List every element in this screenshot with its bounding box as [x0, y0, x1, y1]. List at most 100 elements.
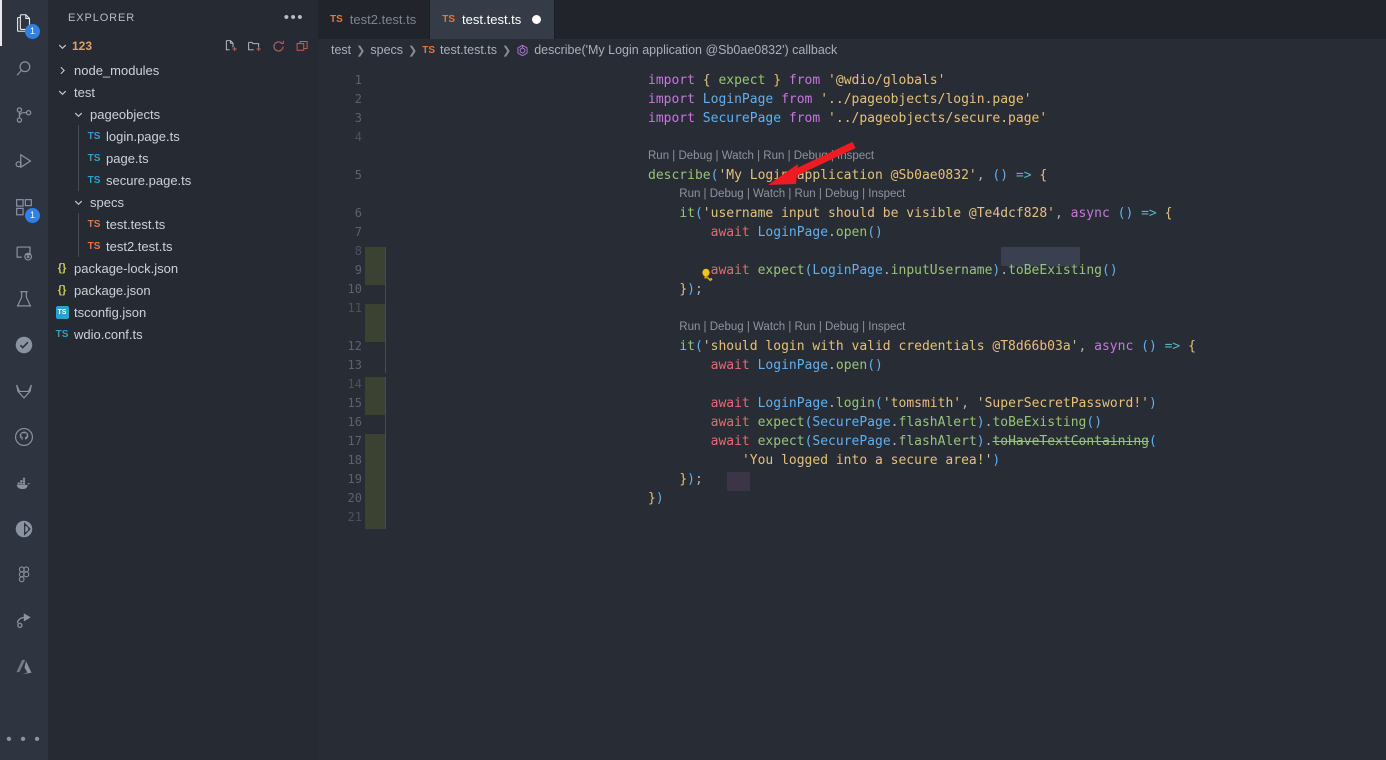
tree-item-package-lock-json[interactable]: {}package-lock.json — [48, 257, 318, 279]
code-line[interactable]: }); — [648, 470, 703, 489]
tree-item-label: test — [74, 85, 95, 100]
code-line[interactable]: import SecurePage from '../pageobjects/s… — [648, 109, 1047, 128]
tree-item-login-page-ts[interactable]: TSlogin.page.ts — [48, 125, 318, 147]
unsaved-indicator-icon[interactable] — [532, 15, 541, 24]
breadcrumb-item-specs[interactable]: specs — [370, 43, 403, 57]
breadcrumb-item-file[interactable]: test.test.ts — [440, 43, 497, 57]
tsconfig-icon: TS — [54, 304, 70, 320]
beaker-icon — [13, 288, 35, 310]
tree-item-page-ts[interactable]: TSpage.ts — [48, 147, 318, 169]
explorer-title-bar: EXPLORER ••• — [48, 0, 318, 35]
activity-item-remote-explorer[interactable] — [0, 230, 48, 276]
collapse-folders-icon[interactable] — [295, 39, 310, 54]
tree-item-test[interactable]: test — [48, 81, 318, 103]
code-editor[interactable]: 1import { expect } from '@wdio/globals'2… — [318, 61, 1386, 760]
gitlab-icon — [13, 380, 35, 402]
line-number: 6 — [318, 204, 362, 223]
line-number: 8 — [318, 242, 362, 261]
explorer-root-folder-row[interactable]: 123 — [48, 35, 318, 57]
new-file-icon[interactable] — [223, 39, 238, 54]
ts-blue-icon: TS — [54, 326, 70, 342]
tree-item-tsconfig-json[interactable]: TStsconfig.json — [48, 301, 318, 323]
activity-bar-overflow[interactable]: • • • — [0, 720, 48, 760]
code-line[interactable]: 'You logged into a secure area!') — [648, 451, 1000, 470]
activity-item-testing[interactable] — [0, 276, 48, 322]
coverage-gutter — [365, 304, 385, 342]
tree-item-package-json[interactable]: {}package.json — [48, 279, 318, 301]
code-line[interactable]: }); — [648, 280, 703, 299]
activity-item-todo-tree[interactable] — [0, 322, 48, 368]
editor-tab-test2[interactable]: TS test2.test.ts — [318, 0, 430, 39]
code-line[interactable]: it('should login with valid credentials … — [648, 337, 1196, 356]
line-number: 16 — [318, 413, 362, 432]
chevron-down-icon[interactable] — [54, 84, 70, 100]
explorer-badge: 1 — [25, 24, 40, 39]
line-number: 21 — [318, 508, 362, 527]
ts-blue-icon: TS — [86, 150, 102, 166]
chevron-right-icon[interactable] — [54, 62, 70, 78]
run-debug-icon — [13, 150, 35, 172]
line-number: 12 — [318, 337, 362, 356]
breadcrumb-item-symbol[interactable]: describe('My Login application @Sb0ae083… — [534, 43, 837, 57]
pie-wedge-icon — [13, 518, 35, 540]
code-line[interactable]: await expect(SecurePage.flashAlert).toBe… — [648, 413, 1102, 432]
code-line[interactable]: }) — [648, 489, 664, 508]
ts-orange-icon: TS — [86, 216, 102, 232]
code-line[interactable]: await expect(SecurePage.flashAlert).toHa… — [648, 432, 1157, 451]
file-tree: node_modulestest pageobjects TSlogin.page.… — [48, 57, 318, 760]
activity-item-share[interactable] — [0, 598, 48, 644]
github-icon — [13, 426, 35, 448]
codelens-6[interactable]: Run | Debug | Watch | Run | Debug | Insp… — [679, 185, 905, 204]
code-line[interactable]: import LoginPage from '../pageobjects/lo… — [648, 90, 1032, 109]
activity-item-extensions[interactable]: 1 — [0, 184, 48, 230]
activity-item-explorer[interactable]: 1 — [0, 0, 48, 46]
code-line[interactable]: it('username input should be visible @Te… — [648, 204, 1172, 223]
activity-item-github[interactable] — [0, 414, 48, 460]
chevron-down-icon[interactable] — [70, 106, 86, 122]
activity-item-figma[interactable] — [0, 552, 48, 598]
explorer-more-actions-icon[interactable]: ••• — [284, 14, 304, 22]
new-folder-icon[interactable] — [247, 39, 262, 54]
code-line[interactable]: await LoginPage.open() — [648, 223, 883, 242]
tree-item-test-test-ts[interactable]: TStest.test.ts — [48, 213, 318, 235]
activity-item-pie-wedge[interactable] — [0, 506, 48, 552]
activity-item-source-control[interactable] — [0, 92, 48, 138]
tree-item-label: pageobjects — [90, 107, 160, 122]
explorer-sidebar: EXPLORER ••• 123 — [48, 0, 318, 760]
line-number: 3 — [318, 109, 362, 128]
tree-item-test2-test-ts[interactable]: TStest2.test.ts — [48, 235, 318, 257]
code-line[interactable]: import { expect } from '@wdio/globals' — [648, 71, 945, 90]
code-line[interactable]: describe('My Login application @Sb0ae083… — [648, 166, 1047, 185]
chevron-down-icon[interactable] — [70, 194, 86, 210]
tree-indent-guide — [78, 169, 79, 191]
breadcrumb-item-test[interactable]: test — [331, 43, 351, 57]
tree-item-node-modules[interactable]: node_modules — [48, 59, 318, 81]
activity-item-azure[interactable] — [0, 644, 48, 690]
chevron-right-icon: ❯ — [356, 44, 365, 57]
code-line[interactable]: await LoginPage.login('tomsmith', 'Super… — [648, 394, 1157, 413]
tree-item-secure-page-ts[interactable]: TSsecure.page.ts — [48, 169, 318, 191]
tree-item-pageobjects[interactable]: pageobjects — [48, 103, 318, 125]
activity-item-docker[interactable] — [0, 460, 48, 506]
editor-tab-bar: TS test2.test.ts TS test.test.ts — [318, 0, 1386, 39]
line-number: 18 — [318, 451, 362, 470]
tab-label: test2.test.ts — [350, 12, 416, 27]
indent-guide — [385, 377, 386, 529]
docker-icon — [13, 472, 35, 494]
tree-item-wdio-conf-ts[interactable]: TSwdio.conf.ts — [48, 323, 318, 345]
tree-item-label: test2.test.ts — [106, 239, 172, 254]
code-line[interactable]: await expect(LoginPage.inputUsername).to… — [648, 261, 1118, 280]
refresh-explorer-icon[interactable] — [271, 39, 286, 54]
code-line[interactable]: await LoginPage.open() — [648, 356, 883, 375]
chevron-right-icon: ❯ — [408, 44, 417, 57]
codelens-5[interactable]: Run | Debug | Watch | Run | Debug | Insp… — [648, 147, 874, 166]
activity-item-search[interactable] — [0, 46, 48, 92]
tab-label: test.test.ts — [462, 12, 521, 27]
editor-tab-test[interactable]: TS test.test.ts — [430, 0, 555, 39]
line-number: 4 — [318, 128, 362, 147]
azure-icon — [13, 656, 35, 678]
activity-item-run-and-debug[interactable] — [0, 138, 48, 184]
activity-item-gitlab[interactable] — [0, 368, 48, 414]
tree-item-specs[interactable]: specs — [48, 191, 318, 213]
codelens-12[interactable]: Run | Debug | Watch | Run | Debug | Insp… — [679, 318, 905, 337]
